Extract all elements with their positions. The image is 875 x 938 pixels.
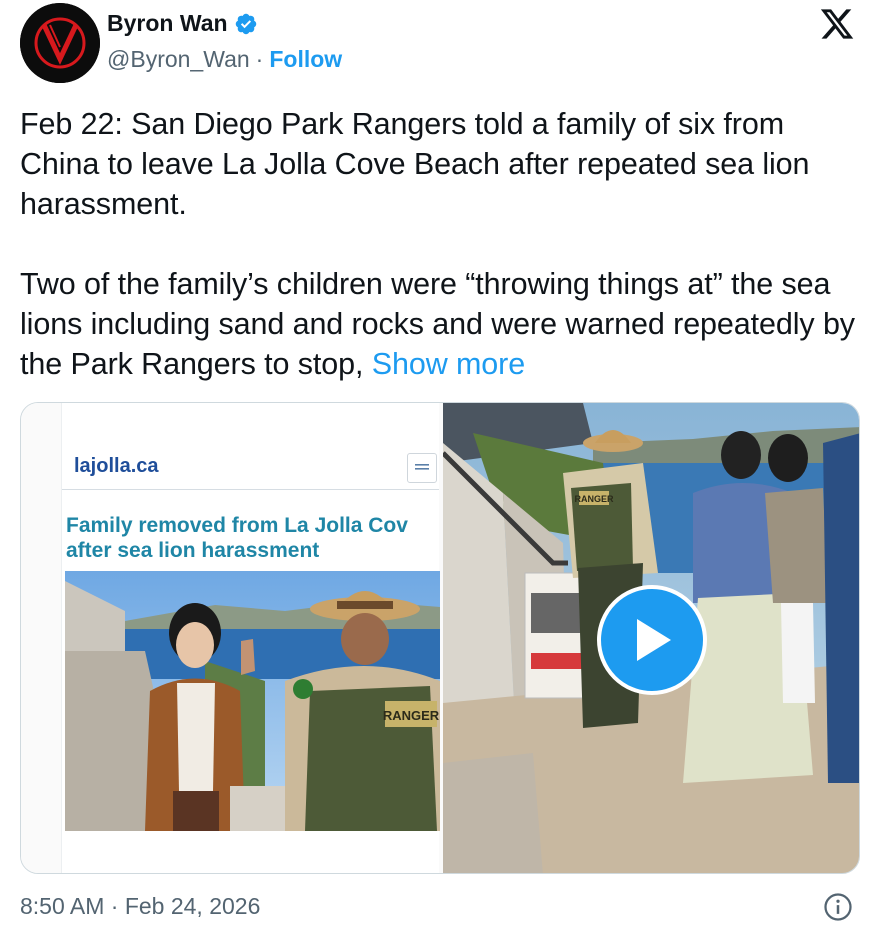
x-logo-icon[interactable] bbox=[819, 6, 855, 42]
follow-button[interactable]: Follow bbox=[269, 46, 342, 73]
ranger-patch-small-text: RANGER bbox=[574, 494, 614, 504]
avatar[interactable] bbox=[20, 3, 100, 83]
ranger-and-woman-photo: RANGER bbox=[65, 571, 440, 831]
article-card: lajolla.ca Family removed from La Jolla … bbox=[61, 403, 440, 873]
headline-line-1: Family removed from La Jolla Cov bbox=[66, 514, 408, 537]
hamburger-menu-icon bbox=[407, 453, 437, 483]
user-handle[interactable]: @Byron_Wan bbox=[107, 46, 250, 73]
display-name[interactable]: Byron Wan bbox=[107, 10, 228, 37]
article-photo: RANGER bbox=[65, 571, 440, 831]
video-player[interactable]: RANGER bbox=[443, 403, 859, 873]
header-divider bbox=[62, 489, 439, 490]
show-more-link[interactable]: Show more bbox=[372, 347, 525, 381]
article-headline: Family removed from La Jolla Cov after s… bbox=[66, 513, 440, 563]
article-screenshot[interactable]: lajolla.ca Family removed from La Jolla … bbox=[21, 403, 443, 873]
ranger-patch-text: RANGER bbox=[383, 708, 440, 723]
separator: · bbox=[255, 46, 264, 72]
verified-badge-icon bbox=[235, 13, 256, 34]
tweet-paragraph-2: Two of the family’s children were “throw… bbox=[20, 264, 860, 384]
tweet-paragraph-1: Feb 22: San Diego Park Rangers told a fa… bbox=[20, 107, 810, 221]
headline-line-2: after sea lion harassment bbox=[66, 539, 320, 562]
site-name: lajolla.ca bbox=[74, 455, 159, 477]
info-icon[interactable] bbox=[823, 892, 853, 922]
v-for-vendetta-logo-icon bbox=[20, 3, 100, 83]
play-icon bbox=[637, 619, 671, 661]
media-container[interactable]: lajolla.ca Family removed from La Jolla … bbox=[20, 402, 860, 874]
play-button[interactable] bbox=[597, 585, 707, 695]
display-name-row: Byron Wan bbox=[107, 10, 258, 37]
handle-row: @Byron_Wan · Follow bbox=[107, 46, 342, 73]
tweet-text: Feb 22: San Diego Park Rangers told a fa… bbox=[20, 104, 860, 384]
timestamp[interactable]: 8:50 AM · Feb 24, 2026 bbox=[20, 893, 260, 920]
